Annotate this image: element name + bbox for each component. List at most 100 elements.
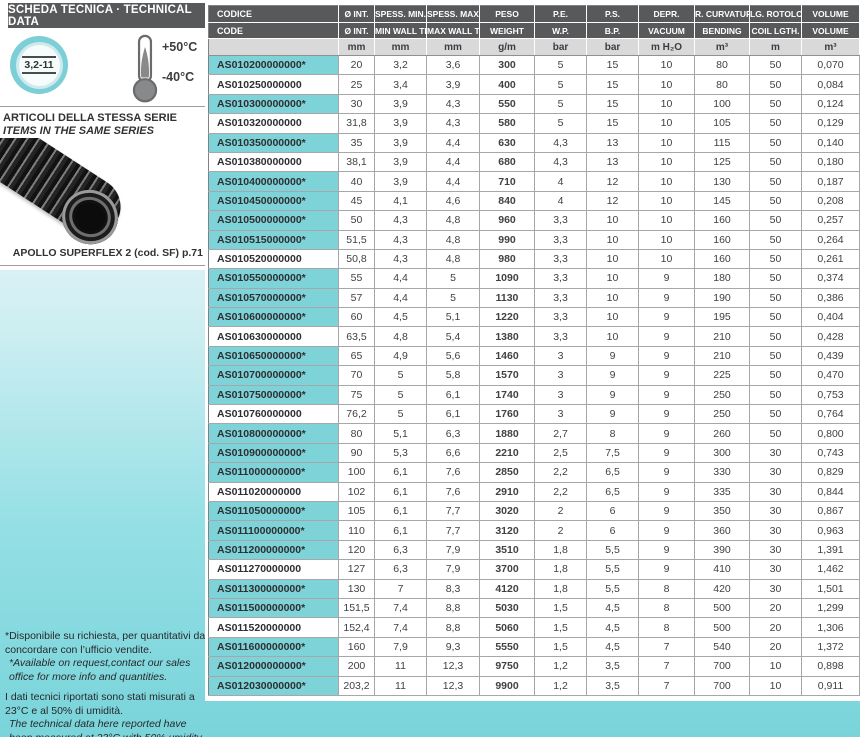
value-cell: 4,3 [374, 210, 427, 231]
value-cell: 3,6 [426, 55, 480, 76]
value-cell: 4,3 [374, 249, 427, 270]
value-cell: 1,8 [534, 579, 587, 599]
value-cell: 630 [479, 133, 535, 153]
value-cell: 50 [749, 152, 802, 173]
temperature-max: +50°C [162, 40, 198, 54]
table-row: AS011500000000* 151,5 7,4 8,8 5030 1,5 4,5 8 500… [208, 598, 860, 619]
value-cell: 10 [638, 230, 695, 250]
divider [0, 265, 205, 266]
value-cell: 65 [338, 346, 375, 367]
value-cell: 90 [338, 443, 375, 464]
value-cell: 50 [749, 326, 802, 347]
value-cell: 70 [338, 365, 375, 386]
table-row: AS010400000000* 40 3,9 4,4 710 4 12 10 130 50 0,18… [208, 171, 860, 192]
column-header: VACUUM [638, 22, 695, 39]
value-cell: 1,2 [534, 656, 587, 677]
value-cell: 6,1 [426, 385, 480, 406]
value-cell: 210 [694, 326, 750, 347]
value-cell: 1760 [479, 404, 535, 425]
value-cell: 500 [694, 617, 750, 638]
value-cell: 100 [694, 94, 750, 115]
value-cell: 10 [638, 210, 695, 231]
value-cell: 3,3 [534, 326, 587, 347]
value-cell: 3,5 [586, 656, 639, 677]
value-cell: 9 [638, 288, 695, 309]
value-cell: 10 [749, 676, 802, 696]
value-cell: 300 [479, 55, 535, 76]
table-row: AS012000000000* 200 11 12,3 9750 1,2 3,5 7 700 10… [208, 656, 860, 677]
value-cell: 4,4 [426, 171, 480, 192]
table-row: AS011520000000 152,4 7,4 8,8 5060 1,5 4,5 8 500 2… [208, 617, 860, 638]
table-row: AS010900000000* 90 5,3 6,6 2210 2,5 7,5 9 300 30 0… [208, 443, 860, 464]
value-cell: 100 [338, 462, 375, 483]
value-cell: 3,9 [426, 74, 480, 95]
value-cell: 195 [694, 307, 750, 328]
related-product-caption: APOLLO SUPERFLEX 2 (cod. SF) p.71 [12, 247, 203, 259]
value-cell: 105 [694, 113, 750, 134]
value-cell: 7,6 [426, 462, 480, 483]
column-header: Ø INT. [338, 5, 375, 23]
value-cell: 2,7 [534, 423, 587, 444]
value-cell: 3,9 [374, 94, 427, 115]
value-cell: 30 [749, 462, 802, 483]
table-row: AS011000000000* 100 6,1 7,6 2850 2,2 6,5 9 330 30… [208, 462, 860, 483]
value-cell: 10 [638, 249, 695, 270]
value-cell: 550 [479, 94, 535, 115]
value-cell: 3,9 [374, 152, 427, 173]
value-cell: 7,6 [426, 482, 480, 502]
value-cell: 3,9 [374, 113, 427, 134]
value-cell: 80 [694, 55, 750, 76]
value-cell: 20 [749, 598, 802, 619]
value-cell: 7 [638, 637, 695, 658]
value-cell: 6,3 [374, 559, 427, 580]
value-cell: 120 [338, 540, 375, 561]
value-cell: 127 [338, 559, 375, 580]
value-cell: 5,1 [426, 307, 480, 328]
value-cell: 5 [374, 404, 427, 425]
product-code-cell: AS010630000000 [208, 326, 339, 347]
value-cell: 0,386 [801, 288, 860, 309]
value-cell: 9 [638, 268, 695, 289]
value-cell: 3,2 [374, 55, 427, 76]
value-cell: 8 [638, 579, 695, 599]
table-header-row: CODEØ INT.MIN WALL TH.MAX WALL TH.WEIGHT… [208, 22, 860, 39]
value-cell: 5,3 [374, 443, 427, 464]
value-cell: 0,867 [801, 501, 860, 522]
value-cell: 1460 [479, 346, 535, 367]
value-cell: 4,5 [586, 598, 639, 619]
value-cell: 330 [694, 462, 750, 483]
column-header: BENDING [694, 22, 750, 39]
value-cell: 4,8 [426, 210, 480, 231]
product-code-cell: AS012030000000* [208, 676, 339, 696]
column-header: VOLUME [801, 5, 860, 23]
value-cell: 4,3 [426, 94, 480, 115]
value-cell: 7,9 [426, 559, 480, 580]
value-cell: 6,6 [426, 443, 480, 464]
product-code-cell: AS012000000000* [208, 656, 339, 677]
value-cell: 10 [586, 288, 639, 309]
value-cell: 2,5 [534, 443, 587, 464]
value-cell: 350 [694, 501, 750, 522]
value-cell: 2,2 [534, 462, 587, 483]
table-panel: CODICE Ø INT. SPESS. MIN. SPESS. MAX. PESO P.… [205, 0, 860, 701]
column-header: Ø INT. [338, 22, 375, 39]
value-cell: 0,439 [801, 346, 860, 367]
value-cell: 250 [694, 385, 750, 406]
value-cell: 1,2 [534, 676, 587, 696]
column-header: W.P. [534, 22, 587, 39]
value-cell: 3,9 [374, 171, 427, 192]
product-code-cell: AS010800000000* [208, 423, 339, 444]
value-cell: 5 [426, 288, 480, 309]
value-cell: 0,743 [801, 443, 860, 464]
value-cell: 8 [586, 423, 639, 444]
value-cell: 8,3 [426, 579, 480, 599]
value-cell: 700 [694, 656, 750, 677]
value-cell: 8,8 [426, 598, 480, 619]
value-cell: 4,3 [534, 133, 587, 153]
value-cell: 1,501 [801, 579, 860, 599]
value-cell: 0,898 [801, 656, 860, 677]
value-cell: 1,8 [534, 559, 587, 580]
value-cell: 110 [338, 520, 375, 541]
value-cell: 1090 [479, 268, 535, 289]
value-cell: 1380 [479, 326, 535, 347]
